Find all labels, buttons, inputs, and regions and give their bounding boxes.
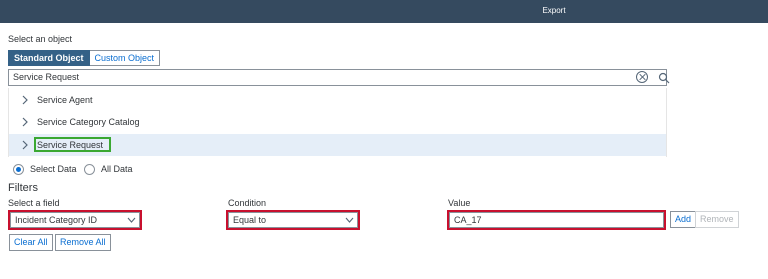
highlight-box	[34, 137, 111, 152]
select-field-label: Select a field	[8, 198, 60, 208]
export-title: Export	[542, 6, 566, 15]
highlight-box	[8, 210, 142, 230]
clear-all-button[interactable]: Clear All	[9, 234, 53, 251]
filters-heading: Filters	[8, 182, 38, 194]
all-data-label: All Data	[101, 164, 133, 174]
chevron-right-icon[interactable]	[21, 140, 29, 150]
top-bar: Export	[0, 0, 768, 23]
list-item-selected[interactable]: Service Request	[9, 134, 666, 156]
list-item[interactable]: Service Agent	[9, 89, 666, 111]
add-button[interactable]: Add	[670, 211, 697, 228]
standard-object-button[interactable]: Standard Object	[8, 50, 90, 66]
list-item-label: Service Agent	[37, 95, 93, 105]
search-icon[interactable]	[658, 72, 670, 84]
object-results-list: Service Agent Service Category Catalog S…	[8, 88, 667, 157]
list-item-label: Service Category Catalog	[37, 117, 140, 127]
search-input[interactable]: Service Request	[13, 72, 79, 82]
remove-all-button[interactable]: Remove All	[55, 234, 111, 251]
remove-button[interactable]: Remove	[695, 211, 739, 228]
highlight-box	[447, 210, 666, 230]
value-label: Value	[448, 198, 471, 208]
all-data-radio[interactable]	[84, 164, 95, 175]
chevron-right-icon[interactable]	[21, 95, 29, 105]
object-search-field[interactable]: Service Request	[8, 69, 670, 86]
highlight-box	[226, 210, 360, 230]
condition-label: Condition	[228, 198, 267, 208]
select-object-label: Select an object	[8, 34, 73, 44]
object-type-toggle: Standard Object Custom Object	[8, 50, 161, 66]
custom-object-button[interactable]: Custom Object	[89, 50, 161, 66]
clear-icon[interactable]	[636, 71, 648, 83]
chevron-right-icon[interactable]	[21, 117, 29, 127]
select-data-radio[interactable]	[13, 164, 24, 175]
select-data-label: Select Data	[30, 164, 77, 174]
list-item[interactable]: Service Category Catalog	[9, 111, 666, 133]
